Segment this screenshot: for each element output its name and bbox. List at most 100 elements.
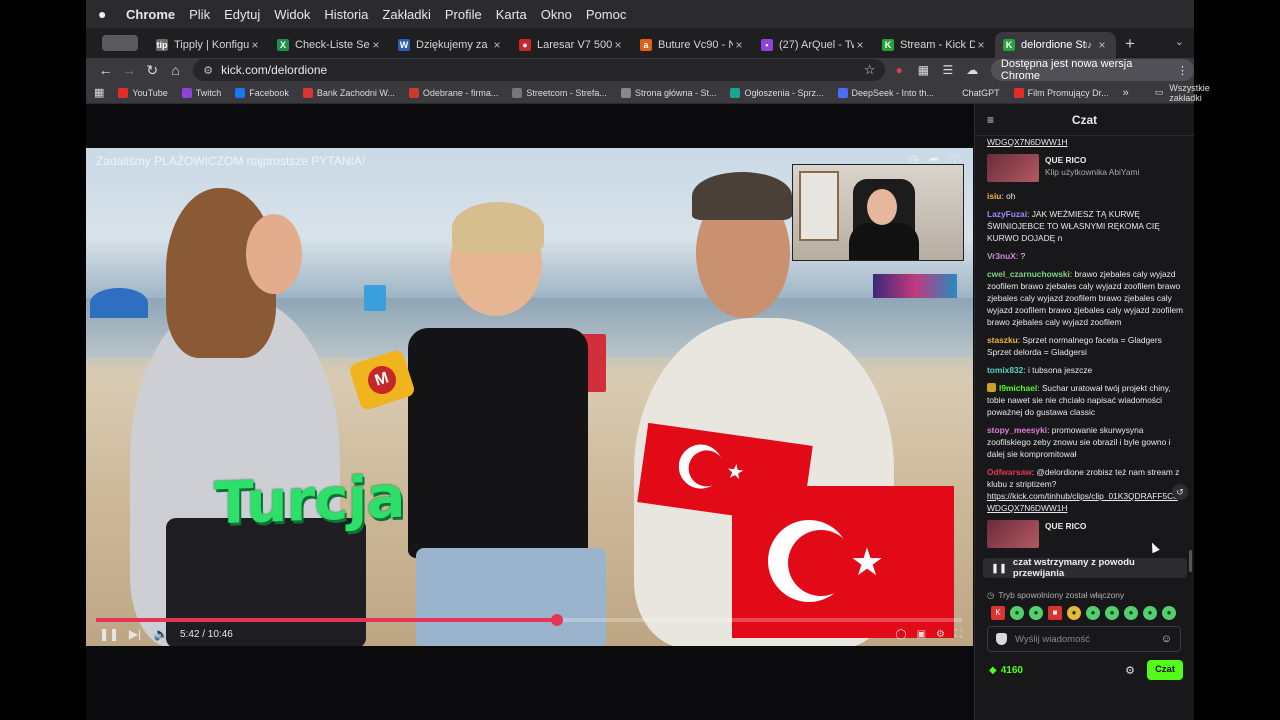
bookmark-item[interactable]: Facebook	[235, 87, 289, 98]
menu-item[interactable]: Widok	[274, 7, 310, 22]
bookmark-item[interactable]: Ogłoszenia - Sprz...	[730, 87, 824, 98]
chat-username[interactable]: LazyFuzai	[987, 209, 1027, 219]
chat-settings-icon[interactable]: ⚙	[1125, 664, 1135, 677]
menu-item[interactable]: Karta	[496, 7, 527, 22]
browser-tab[interactable]: W Dziękujemy za zamó×	[390, 32, 511, 58]
bookmark-item[interactable]: ChatGPT	[948, 87, 1000, 98]
chat-username[interactable]: stopy_meesyki	[987, 425, 1047, 435]
bookmark-item[interactable]: Film Promujący Dr...	[1013, 87, 1109, 98]
chat-link[interactable]: WDGQX7N6DWW1H	[987, 137, 1068, 147]
chat-username[interactable]: tomix832	[987, 365, 1023, 375]
menu-item[interactable]: Pomoc	[586, 7, 626, 22]
extensions-puzzle-icon[interactable]: ▦	[913, 63, 934, 77]
browser-tab[interactable]: ● Laresar V7 500W 50×	[511, 32, 632, 58]
autoplay-toggle-icon[interactable]: ◯	[895, 629, 906, 640]
chat-username[interactable]: Odfwarsaw	[987, 467, 1032, 477]
tab-group-icon[interactable]	[102, 35, 138, 51]
chat-clip-card[interactable]: QUE RICO Klip użytkownika AbiYami	[987, 154, 1185, 182]
chat-scrollbar[interactable]	[1189, 550, 1192, 572]
tab-audio-icon[interactable]: ♪	[1087, 40, 1092, 51]
emote-icon[interactable]: ●	[1105, 606, 1119, 620]
tab-close-icon[interactable]: ×	[733, 38, 745, 52]
menu-item[interactable]: Zakładki	[382, 7, 430, 22]
forward-icon[interactable]: →	[117, 62, 140, 78]
video-progress-bar[interactable]	[96, 614, 962, 626]
browser-tab[interactable]: tip Tipply | Konfigurator×	[148, 32, 269, 58]
apple-icon[interactable]: ●	[98, 6, 112, 22]
menu-item[interactable]: Edytuj	[224, 7, 260, 22]
bookmark-item[interactable]: Strona główna - St...	[620, 87, 716, 98]
collapse-chat-icon[interactable]: ≡	[987, 113, 1001, 127]
more-bookmarks-icon[interactable]: »	[1123, 87, 1129, 99]
chat-username[interactable]: l9michael	[999, 383, 1037, 393]
emote-icon[interactable]: ●	[1029, 606, 1043, 620]
reload-icon[interactable]: ↻	[141, 62, 164, 79]
menu-item[interactable]: Okno	[541, 7, 572, 22]
browser-tab[interactable]: a Buture Vc90 - Niska×	[632, 32, 753, 58]
chat-input-placeholder[interactable]: Wyślij wiadomość	[1015, 634, 1090, 645]
emote-icon[interactable]: ●	[1143, 606, 1157, 620]
chat-link[interactable]: https://kick.com/tinhub/clips/clip_01K3Q…	[987, 491, 1178, 513]
site-info-icon[interactable]: ⚙	[203, 64, 213, 77]
chat-username[interactable]: staszku	[987, 335, 1018, 345]
address-bar[interactable]: ⚙ kick.com/delordione ☆	[193, 59, 886, 81]
browser-tab[interactable]: Kdelordione Strea♪ ×	[995, 32, 1116, 58]
emote-icon[interactable]: ●	[1010, 606, 1024, 620]
back-icon[interactable]: ←	[94, 62, 117, 78]
scroll-to-bottom-icon[interactable]: ↺	[1172, 484, 1188, 500]
profile-icon[interactable]: ☁	[962, 63, 983, 77]
emote-icon[interactable]: ●	[1162, 606, 1176, 620]
media-control-icon[interactable]: ☰	[937, 63, 958, 77]
extension-icon[interactable]: ●	[888, 63, 909, 77]
menu-item[interactable]: Plik	[189, 7, 210, 22]
bookmark-item[interactable]: DeepSeek - Into th...	[837, 87, 934, 98]
home-icon[interactable]: ⌂	[164, 62, 187, 78]
emote-icon[interactable]: K	[991, 606, 1005, 620]
bookmark-item[interactable]: Twitch	[181, 87, 221, 98]
bookmark-star-icon[interactable]: ☆	[864, 62, 876, 78]
chat-username[interactable]: cwel_czarnuchowski	[987, 269, 1070, 279]
kebab-menu-icon[interactable]: ⋮	[1177, 64, 1188, 77]
menu-item[interactable]: Profile	[445, 7, 482, 22]
tab-close-icon[interactable]: ×	[370, 38, 382, 52]
bookmark-item[interactable]: Bank Zachodni W...	[302, 87, 395, 98]
tab-close-icon[interactable]: ×	[1096, 38, 1108, 52]
subtitles-icon[interactable]: ▣	[917, 629, 926, 640]
volume-icon[interactable]: 🔈	[148, 627, 174, 641]
emote-icon[interactable]: ●	[1086, 606, 1100, 620]
tab-close-icon[interactable]: ×	[249, 38, 261, 52]
video-progress-knob[interactable]	[550, 614, 563, 626]
chat-input[interactable]: Wyślij wiadomość ☺	[987, 626, 1181, 652]
chat-messages[interactable]: WDGQX7N6DWW1H QUE RICO Klip użytkownika Ab…	[975, 136, 1195, 560]
tab-close-icon[interactable]: ×	[854, 38, 866, 52]
bookmark-item[interactable]: YouTube	[118, 87, 168, 98]
channel-points[interactable]: ◆ 4160	[989, 665, 1023, 676]
apps-grid-icon[interactable]: ▦	[94, 86, 104, 99]
menu-app-name[interactable]: Chrome	[126, 7, 175, 22]
fullscreen-icon[interactable]: ⛶	[955, 629, 962, 640]
tab-close-icon[interactable]: ×	[612, 38, 624, 52]
emote-icon[interactable]: ●	[1124, 606, 1138, 620]
tab-search-icon[interactable]: ⌄	[1175, 35, 1184, 48]
video-player[interactable]: Zadaliśmy PLAŻOWICZOM najprostsze PYTANI…	[86, 148, 973, 646]
emote-icon[interactable]: ●	[1067, 606, 1081, 620]
all-bookmarks-folder[interactable]: ▭ Wszystkie zakładki	[1155, 83, 1210, 103]
update-chrome-button[interactable]: Dostępna jest nowa wersja Chrome ⋮	[990, 58, 1195, 82]
browser-tab[interactable]: ▪ (27) ArQuel - Twitch×	[753, 32, 874, 58]
chat-username[interactable]: isiu	[987, 191, 1001, 201]
emoji-icon[interactable]: ☺	[1161, 633, 1172, 645]
tab-close-icon[interactable]: ×	[491, 38, 503, 52]
pause-icon[interactable]: ❚❚	[96, 627, 122, 641]
bookmark-item[interactable]: Streetcom - Strefa...	[512, 87, 607, 98]
chat-username[interactable]: Vr3nuX	[987, 251, 1016, 261]
browser-tab[interactable]: K Stream - Kick Dashb×	[874, 32, 995, 58]
tab-close-icon[interactable]: ×	[975, 38, 987, 52]
new-tab-icon[interactable]: +	[1116, 34, 1144, 54]
chat-paused-banner[interactable]: ❚❚ czat wstrzymany z powodu przewijania	[983, 557, 1187, 579]
next-icon[interactable]: ▶|	[122, 627, 148, 641]
settings-icon[interactable]: ⚙	[936, 629, 945, 640]
url-text[interactable]: kick.com/delordione	[221, 63, 864, 77]
browser-tab[interactable]: X Check-Liste Service×	[269, 32, 390, 58]
emote-icon[interactable]: ■	[1048, 606, 1062, 620]
menu-item[interactable]: Historia	[324, 7, 368, 22]
